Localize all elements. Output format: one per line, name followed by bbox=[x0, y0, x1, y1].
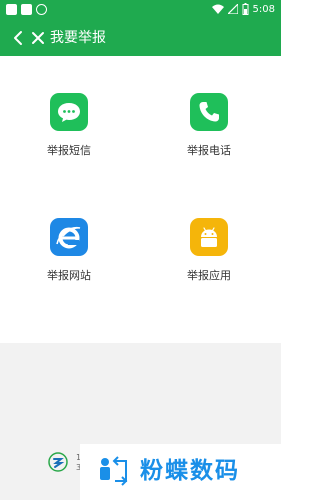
signal-icon bbox=[227, 4, 238, 14]
status-time: 5:08 bbox=[252, 3, 275, 15]
page-title: 我要举报 bbox=[50, 30, 106, 46]
notification-icon bbox=[21, 4, 32, 15]
status-system-icons: 5:08 bbox=[211, 3, 275, 15]
battery-icon bbox=[242, 3, 249, 15]
chevron-left-icon[interactable] bbox=[10, 29, 28, 47]
report-app-label: 举报应用 bbox=[187, 269, 231, 282]
report-app-button[interactable]: 举报应用 bbox=[159, 218, 259, 298]
ie-icon bbox=[50, 218, 88, 256]
report-website-label: 举报网站 bbox=[47, 269, 91, 282]
notification-icon bbox=[6, 4, 17, 15]
app-bar: 我要举报 bbox=[0, 20, 281, 56]
footer-logo-icon bbox=[48, 452, 68, 472]
report-phone-label: 举报电话 bbox=[187, 144, 231, 157]
report-sms-label: 举报短信 bbox=[47, 144, 91, 157]
watermark: 粉蝶数码 bbox=[80, 444, 281, 500]
report-grid: 举报短信 举报电话 举报网站 举报应用 bbox=[0, 56, 281, 343]
status-bar: 5:08 bbox=[0, 0, 281, 20]
report-phone-button[interactable]: 举报电话 bbox=[159, 93, 259, 173]
android-icon bbox=[190, 218, 228, 256]
watermark-logo-icon bbox=[100, 456, 128, 486]
watermark-text: 粉蝶数码 bbox=[140, 458, 240, 484]
phone-icon bbox=[190, 93, 228, 131]
close-icon[interactable] bbox=[29, 29, 47, 47]
sms-icon bbox=[50, 93, 88, 131]
status-notification-icons bbox=[6, 4, 47, 15]
notification-icon bbox=[36, 4, 47, 15]
report-website-button[interactable]: 举报网站 bbox=[19, 218, 119, 298]
report-sms-button[interactable]: 举报短信 bbox=[19, 93, 119, 173]
wifi-icon bbox=[211, 4, 224, 14]
